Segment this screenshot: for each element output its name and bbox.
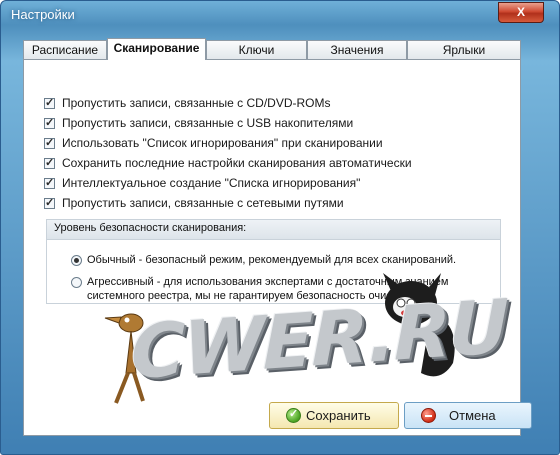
checkbox-checked-icon[interactable] (44, 176, 55, 189)
stop-icon (421, 408, 436, 423)
tab-schedule[interactable]: Расписание (23, 40, 107, 59)
radio-aggressive[interactable] (71, 277, 82, 288)
close-button[interactable]: X (498, 2, 544, 23)
tab-strip: Расписание Сканирование Ключи Значения Я… (23, 38, 521, 60)
option-label: Пропустить записи, связанные с сетевыми … (62, 196, 344, 210)
group-header: Уровень безопасности сканирования: (47, 220, 500, 240)
checkbox-checked-icon[interactable] (44, 136, 55, 149)
checkbox-checked-icon[interactable] (44, 116, 55, 129)
tab-scanning[interactable]: Сканирование (107, 38, 206, 60)
save-button[interactable]: Сохранить (269, 402, 399, 429)
save-button-label: Сохранить (306, 408, 371, 423)
checkbox-checked-icon[interactable] (44, 196, 55, 209)
cancel-button[interactable]: Отмена (404, 402, 532, 429)
checkmark-icon (286, 407, 301, 423)
title-bar[interactable]: Настройки X (1, 1, 559, 27)
checkbox-checked-icon[interactable] (44, 96, 55, 109)
option-label: Интеллектуальное создание "Списка игнори… (62, 176, 361, 190)
option-label: Использовать "Список игнорирования" при … (62, 136, 383, 150)
option-label: Пропустить записи, связанные с CD/DVD-RO… (62, 96, 331, 110)
radio-normal-label: Обычный - безопасный режим, рекомендуемы… (87, 254, 457, 266)
tab-shortcuts[interactable]: Ярлыки (407, 40, 521, 59)
tab-values[interactable]: Значения (307, 40, 407, 59)
group-title: Уровень безопасности сканирования: (54, 222, 247, 234)
window-title: Настройки (11, 7, 75, 22)
option-label: Пропустить записи, связанные с USB накоп… (62, 116, 354, 130)
cancel-button-label: Отмена (449, 408, 496, 423)
option-label: Сохранить последние настройки сканирован… (62, 156, 412, 170)
settings-window: Настройки X Расписание Сканирование Ключ… (0, 0, 560, 455)
tab-keys[interactable]: Ключи (206, 40, 307, 59)
checkbox-checked-icon[interactable] (44, 156, 55, 169)
radio-normal[interactable] (71, 255, 82, 266)
